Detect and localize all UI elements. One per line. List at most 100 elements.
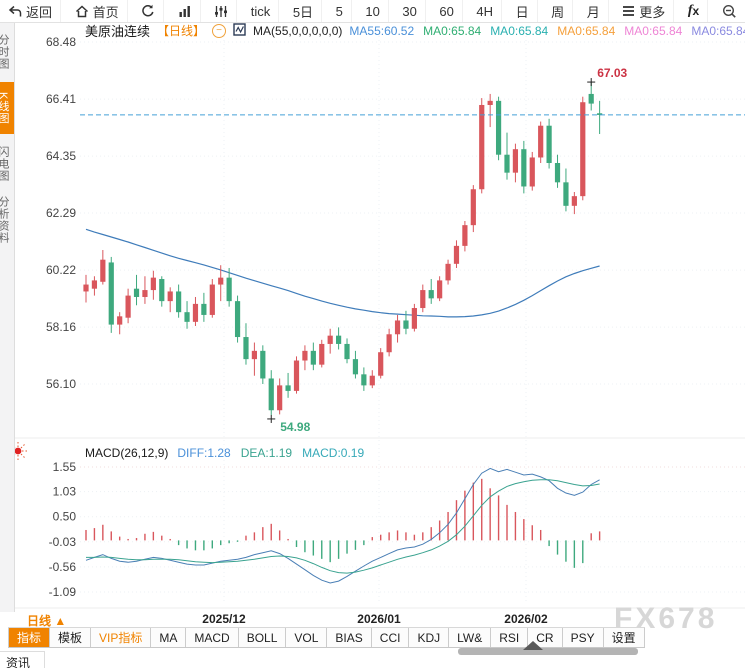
- bar-chart-icon: [178, 5, 192, 18]
- period-10m-button[interactable]: 10: [357, 0, 389, 22]
- period-day-button[interactable]: 日: [508, 0, 538, 22]
- svg-text:-1.09: -1.09: [49, 585, 77, 599]
- sliders-icon: [214, 5, 228, 18]
- tab-MA[interactable]: MA: [151, 628, 187, 647]
- period-5d-button-label: 5日: [292, 4, 314, 20]
- tab-PSY[interactable]: PSY: [563, 628, 604, 647]
- svg-text:-0.03: -0.03: [49, 535, 77, 549]
- tab-指标[interactable]: 指标: [8, 628, 51, 647]
- period-week-button[interactable]: 周: [543, 0, 574, 22]
- ma-value-3: MA0:65.84: [557, 23, 616, 38]
- tab-BOLL[interactable]: BOLL: [239, 628, 287, 647]
- period-day-button-label: 日: [515, 4, 529, 20]
- chart-header: 美原油连续 【日线】 − MA(55,0,0,0,0,0) MA55:60.52…: [85, 22, 745, 39]
- fx-formula-icon: fx: [687, 3, 700, 18]
- macd-header: MACD(26,12,9) DIFF:1.28 DEA:1.19 MACD:0.19: [85, 446, 364, 460]
- tab-KDJ[interactable]: KDJ: [409, 628, 450, 647]
- sidebar-item-分析资料[interactable]: 分析资料: [0, 194, 14, 246]
- low-annotation: 54.98: [280, 420, 310, 434]
- period-30m-button[interactable]: 30: [394, 0, 426, 22]
- period-tick-button[interactable]: tick: [243, 0, 280, 22]
- period-5m-button[interactable]: 5: [328, 0, 352, 22]
- zoom-out-icon: [722, 4, 737, 19]
- sidebar-item-label: K线图: [0, 91, 9, 125]
- svg-text:0.50: 0.50: [53, 510, 77, 524]
- back-icon: [8, 5, 22, 18]
- svg-text:1.03: 1.03: [53, 485, 77, 499]
- ma-value-5: MA0:65.84: [691, 23, 745, 38]
- tab-设置[interactable]: 设置: [604, 628, 645, 647]
- period-tick-button-label: tick: [250, 3, 271, 19]
- ma-value-2: MA0:65.84: [490, 23, 549, 38]
- svg-text:68.48: 68.48: [46, 35, 76, 49]
- more-icon: [622, 5, 635, 17]
- scrollbar-up-arrow[interactable]: [523, 641, 543, 650]
- period-month-button[interactable]: 月: [579, 0, 609, 22]
- ma-value-0: MA55:60.52: [349, 23, 415, 38]
- zoom-out-button[interactable]: [714, 0, 745, 22]
- home-button[interactable]: 首页: [67, 0, 128, 22]
- period-30m-button-label: 30: [402, 3, 417, 19]
- tab-VIP指标[interactable]: VIP指标: [91, 628, 152, 647]
- macd-value-2: MACD:0.19: [302, 446, 365, 460]
- chart-type-sidebar: 分时图 K线图闪电图分析资料: [0, 22, 15, 612]
- period-60m-button-label: 60: [439, 3, 454, 19]
- tab-LW&[interactable]: LW&: [449, 628, 492, 647]
- back-button-label: 返回: [26, 4, 53, 20]
- svg-text:60.22: 60.22: [46, 263, 76, 277]
- ma-values: MA55:60.52 MA0:65.84 MA0:65.84 MA0:65.84 MA0…: [349, 24, 745, 38]
- collapse-panel-icon[interactable]: −: [212, 23, 227, 38]
- svg-text:58.16: 58.16: [46, 320, 76, 334]
- tab-VOL[interactable]: VOL: [286, 628, 328, 647]
- svg-text:66.41: 66.41: [46, 92, 76, 106]
- period-4h-button[interactable]: 4H: [468, 0, 503, 22]
- x-axis-date: 2026/01: [357, 612, 401, 626]
- fx678-chart-app: 68.48 66.41 64.35 62.29 60.22 58.16 56.10 67.03…: [0, 0, 745, 668]
- news-tab[interactable]: 资讯: [0, 651, 46, 668]
- horizontal-scrollbar[interactable]: [458, 648, 638, 655]
- sidebar-item-label: 闪电图: [0, 146, 9, 182]
- formula-button[interactable]: fx: [680, 0, 709, 22]
- svg-text:1.55: 1.55: [53, 460, 77, 474]
- macd-value-1: DEA:1.19: [240, 446, 293, 460]
- sidebar-item-label: 分时图: [0, 34, 9, 70]
- chart-style-button[interactable]: [170, 0, 201, 22]
- tab-模板[interactable]: 模板: [50, 628, 92, 647]
- indicator-tabbar: 指标 模板 VIP指标 MA MACD BOLL VOL BIAS CCI KDJ LW& RSI CR…: [8, 627, 645, 648]
- back-button[interactable]: 返回: [0, 0, 62, 22]
- tab-BIAS[interactable]: BIAS: [327, 628, 372, 647]
- period-selector-label: 日线 ▲: [27, 614, 67, 628]
- more-button-label: 更多: [639, 4, 666, 20]
- macd-title: MACD(26,12,9): [85, 446, 169, 460]
- period-60m-button[interactable]: 60: [431, 0, 463, 22]
- ma-value-4: MA0:65.84: [624, 23, 683, 38]
- refresh-button[interactable]: [133, 0, 165, 22]
- period-5m-button-label: 5: [335, 3, 343, 19]
- svg-text:56.10: 56.10: [46, 377, 76, 391]
- sidebar-item-K线图[interactable]: K线图: [0, 82, 14, 134]
- home-icon: [75, 4, 89, 18]
- period-tag: 【日线】: [157, 24, 206, 38]
- svg-text:62.29: 62.29: [46, 206, 76, 220]
- svg-text:64.35: 64.35: [46, 149, 76, 163]
- macd-values: DIFF:1.28 DEA:1.19 MACD:0.19: [177, 446, 364, 460]
- tab-MACD[interactable]: MACD: [186, 628, 239, 647]
- period-week-button-label: 周: [551, 4, 565, 20]
- macd-value-0: DIFF:1.28: [177, 446, 231, 460]
- more-button[interactable]: 更多: [614, 0, 675, 22]
- home-button-label: 首页: [92, 4, 119, 20]
- period-5d-button[interactable]: 5日: [285, 0, 323, 22]
- ma-formula: MA(55,0,0,0,0,0): [253, 23, 343, 38]
- candlestick-settings-icon[interactable]: [233, 22, 246, 39]
- tab-CCI[interactable]: CCI: [372, 628, 410, 647]
- period-month-button-label: 月: [586, 4, 600, 20]
- indicator-adjust-button[interactable]: [206, 0, 238, 22]
- period-4h-button-label: 4H: [476, 3, 494, 19]
- sidebar-item-label: 分析资料: [0, 196, 9, 244]
- high-annotation: 67.03: [597, 66, 627, 80]
- sidebar-item-闪电图[interactable]: 闪电图: [0, 138, 14, 190]
- svg-text:-0.56: -0.56: [49, 560, 77, 574]
- price-chart-canvas[interactable]: 68.48 66.41 64.35 62.29 60.22 58.16 56.10 67.03…: [0, 0, 745, 668]
- ma-value-1: MA0:65.84: [423, 23, 482, 38]
- sidebar-item-分时图[interactable]: 分时图: [0, 26, 14, 78]
